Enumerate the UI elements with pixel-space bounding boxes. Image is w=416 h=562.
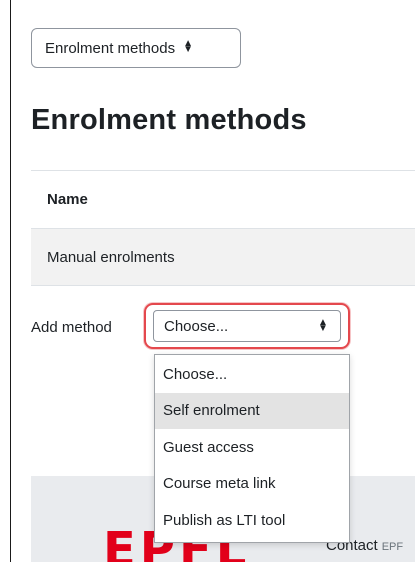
page-frame: Enrolment methods ▲ ▼ Enrolment methods N… [10,0,415,562]
dropdown-option-self-enrolment[interactable]: Self enrolment [155,392,349,429]
add-method-focus-ring[interactable]: Choose... ▲ ▼ [144,303,350,349]
dropdown-option-choose[interactable]: Choose... [155,356,349,393]
enrolment-methods-table: Name Manual enrolments [31,170,415,286]
dropdown-option-course-meta-link[interactable]: Course meta link [155,466,349,503]
table-row: Manual enrolments [31,229,415,286]
row-method-name: Manual enrolments [47,248,175,266]
table-header-name[interactable]: Name [31,171,415,229]
add-method-dropdown-list: Choose... Self enrolment Guest access Co… [154,354,350,543]
add-method-label: Add method [31,319,112,336]
enrolment-methods-nav-select[interactable]: Enrolment methods ▲ ▼ [31,28,241,68]
add-method-select-value: Choose... [164,317,229,335]
page-title: Enrolment methods [31,104,307,136]
add-method-select[interactable]: Choose... ▲ ▼ [153,310,341,342]
dropdown-option-guest-access[interactable]: Guest access [155,429,349,466]
contact-trailing-text: EPF [381,541,404,553]
column-name-label: Name [47,191,88,208]
dropdown-option-publish-lti-tool[interactable]: Publish as LTI tool [155,502,349,539]
updown-arrows-icon: ▲ ▼ [183,38,193,55]
updown-arrows-icon: ▲ ▼ [318,317,328,334]
nav-select-label: Enrolment methods [45,39,176,57]
